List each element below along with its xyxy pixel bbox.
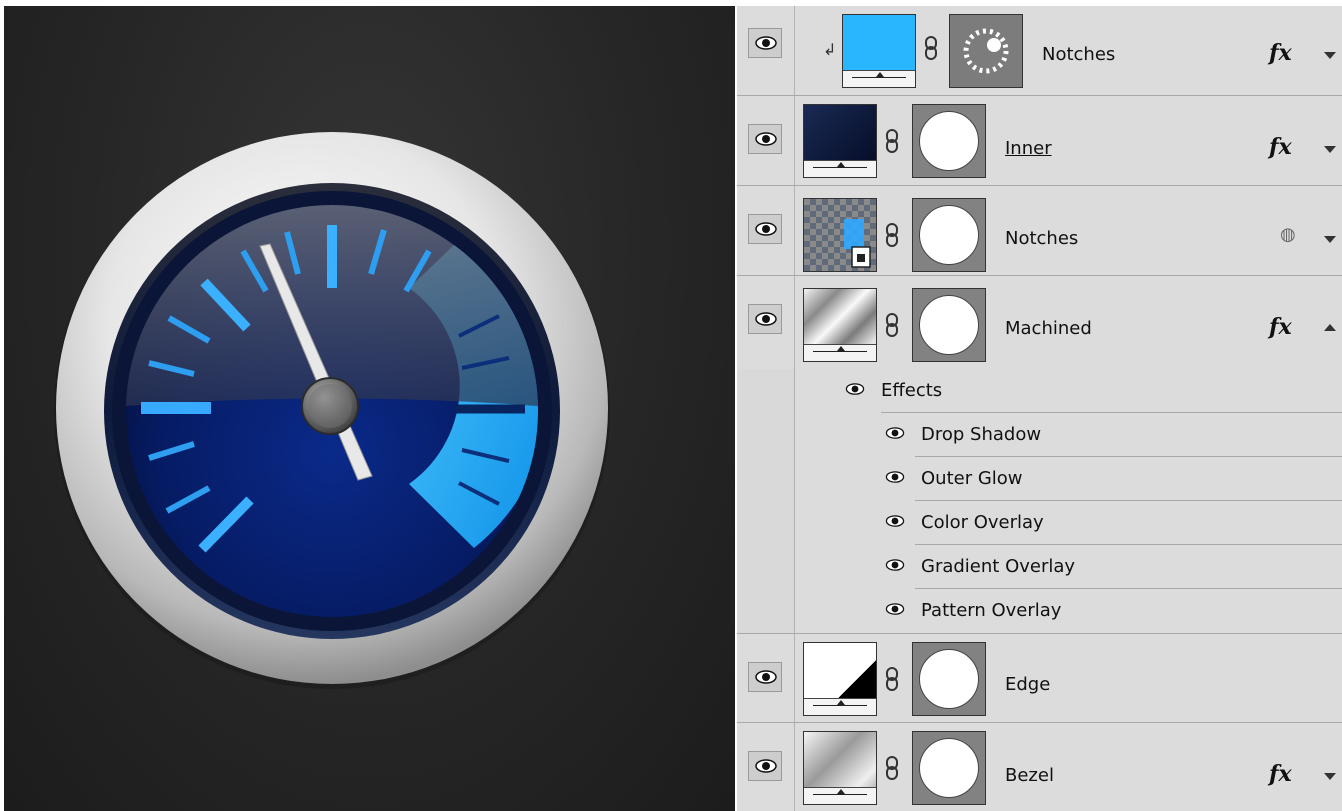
eye-icon [755, 312, 777, 326]
layer-row-edge[interactable]: Edge [737, 633, 1342, 723]
effect-item-pattern-overlay[interactable]: Pattern Overlay [795, 589, 1342, 633]
eye-icon [755, 132, 777, 146]
layer-row-notches-top[interactable]: ↲ Notches fx [737, 6, 1342, 96]
effect-label: Color Overlay [921, 512, 1044, 533]
layer-row-inner[interactable]: Inner fx [737, 96, 1342, 186]
chain-link-icon[interactable] [885, 129, 899, 153]
eye-icon[interactable] [845, 383, 865, 395]
layer-thumbnail[interactable] [842, 14, 916, 88]
eye-icon[interactable] [885, 427, 905, 439]
effect-label: Outer Glow [921, 468, 1023, 489]
fx-icon[interactable]: fx [1269, 134, 1292, 160]
layers-panel: ↲ Notches fx Inner fx Notches ◍ Machined… [737, 6, 1342, 811]
effects-header[interactable]: Effects [795, 369, 1342, 413]
triangle-down-icon[interactable] [1324, 52, 1336, 59]
layer-mask-thumbnail[interactable] [949, 14, 1023, 88]
layer-name[interactable]: Machined [1005, 318, 1092, 339]
chain-link-icon[interactable] [924, 36, 938, 60]
layer-thumbnail[interactable] [803, 642, 877, 716]
layer-effects-list: Effects Drop Shadow Outer Glow Color Ove… [795, 369, 1342, 633]
eye-icon [755, 36, 777, 50]
layer-name[interactable]: Edge [1005, 674, 1050, 695]
eye-icon [755, 759, 777, 773]
eye-icon[interactable] [885, 515, 905, 527]
visibility-column [737, 634, 795, 722]
layer-mask-thumbnail[interactable] [912, 642, 986, 716]
smart-object-icon [844, 219, 871, 268]
layer-thumbnail[interactable] [803, 731, 877, 805]
effect-label: Drop Shadow [921, 424, 1042, 445]
visibility-column [737, 723, 795, 811]
notches-mask-icon [963, 28, 1009, 74]
visibility-column [737, 6, 795, 95]
layer-mask-thumbnail[interactable] [912, 104, 986, 178]
triangle-down-icon[interactable] [1324, 773, 1336, 780]
layer-visibility-toggle[interactable] [748, 304, 782, 334]
triangle-down-icon[interactable] [1324, 146, 1336, 153]
layer-visibility-toggle[interactable] [748, 28, 782, 58]
layer-thumbnail[interactable] [803, 288, 877, 362]
effect-item-outer-glow[interactable]: Outer Glow [795, 457, 1342, 501]
effect-label: Gradient Overlay [921, 556, 1076, 577]
fx-icon[interactable]: fx [1269, 314, 1292, 340]
layer-row-notches-smart[interactable]: Notches ◍ [737, 186, 1342, 276]
clipping-arrow-icon: ↲ [823, 40, 837, 59]
visibility-column [737, 186, 795, 275]
effect-item-drop-shadow[interactable]: Drop Shadow [795, 413, 1342, 457]
fx-icon[interactable]: fx [1269, 40, 1292, 66]
visibility-column [737, 96, 795, 185]
layer-name[interactable]: Inner [1005, 138, 1052, 159]
triangle-down-icon[interactable] [1324, 236, 1336, 243]
layer-row-machined[interactable]: Machined fx [737, 276, 1342, 633]
layer-thumbnail[interactable] [803, 198, 877, 272]
triangle-up-icon[interactable] [1324, 324, 1336, 331]
effects-label: Effects [881, 380, 943, 401]
layer-visibility-toggle[interactable] [748, 751, 782, 781]
eye-icon [755, 222, 777, 236]
layer-thumbnail[interactable] [803, 104, 877, 178]
effect-item-gradient-overlay[interactable]: Gradient Overlay [795, 545, 1342, 589]
speed-gauge-artwork [54, 132, 610, 689]
eye-icon[interactable] [885, 559, 905, 571]
smart-filter-icon[interactable]: ◍ [1280, 224, 1296, 245]
chain-link-icon[interactable] [885, 223, 899, 247]
eye-icon [755, 670, 777, 684]
layer-visibility-toggle[interactable] [748, 124, 782, 154]
eye-icon[interactable] [885, 471, 905, 483]
document-canvas[interactable] [4, 6, 735, 811]
effect-label: Pattern Overlay [921, 600, 1062, 621]
layer-name[interactable]: Notches [1042, 44, 1115, 65]
effect-item-color-overlay[interactable]: Color Overlay [795, 501, 1342, 545]
layer-name[interactable]: Notches [1005, 228, 1078, 249]
layer-visibility-toggle[interactable] [748, 214, 782, 244]
layer-mask-thumbnail[interactable] [912, 198, 986, 272]
chain-link-icon[interactable] [885, 313, 899, 337]
eye-icon[interactable] [885, 603, 905, 615]
chain-link-icon[interactable] [885, 756, 899, 780]
visibility-column [737, 276, 795, 633]
layer-visibility-toggle[interactable] [748, 662, 782, 692]
layer-mask-thumbnail[interactable] [912, 731, 986, 805]
layer-row-bezel[interactable]: Bezel fx [737, 723, 1342, 811]
chain-link-icon[interactable] [885, 667, 899, 691]
layer-mask-thumbnail[interactable] [912, 288, 986, 362]
fx-icon[interactable]: fx [1269, 761, 1292, 787]
layer-name[interactable]: Bezel [1005, 765, 1054, 786]
